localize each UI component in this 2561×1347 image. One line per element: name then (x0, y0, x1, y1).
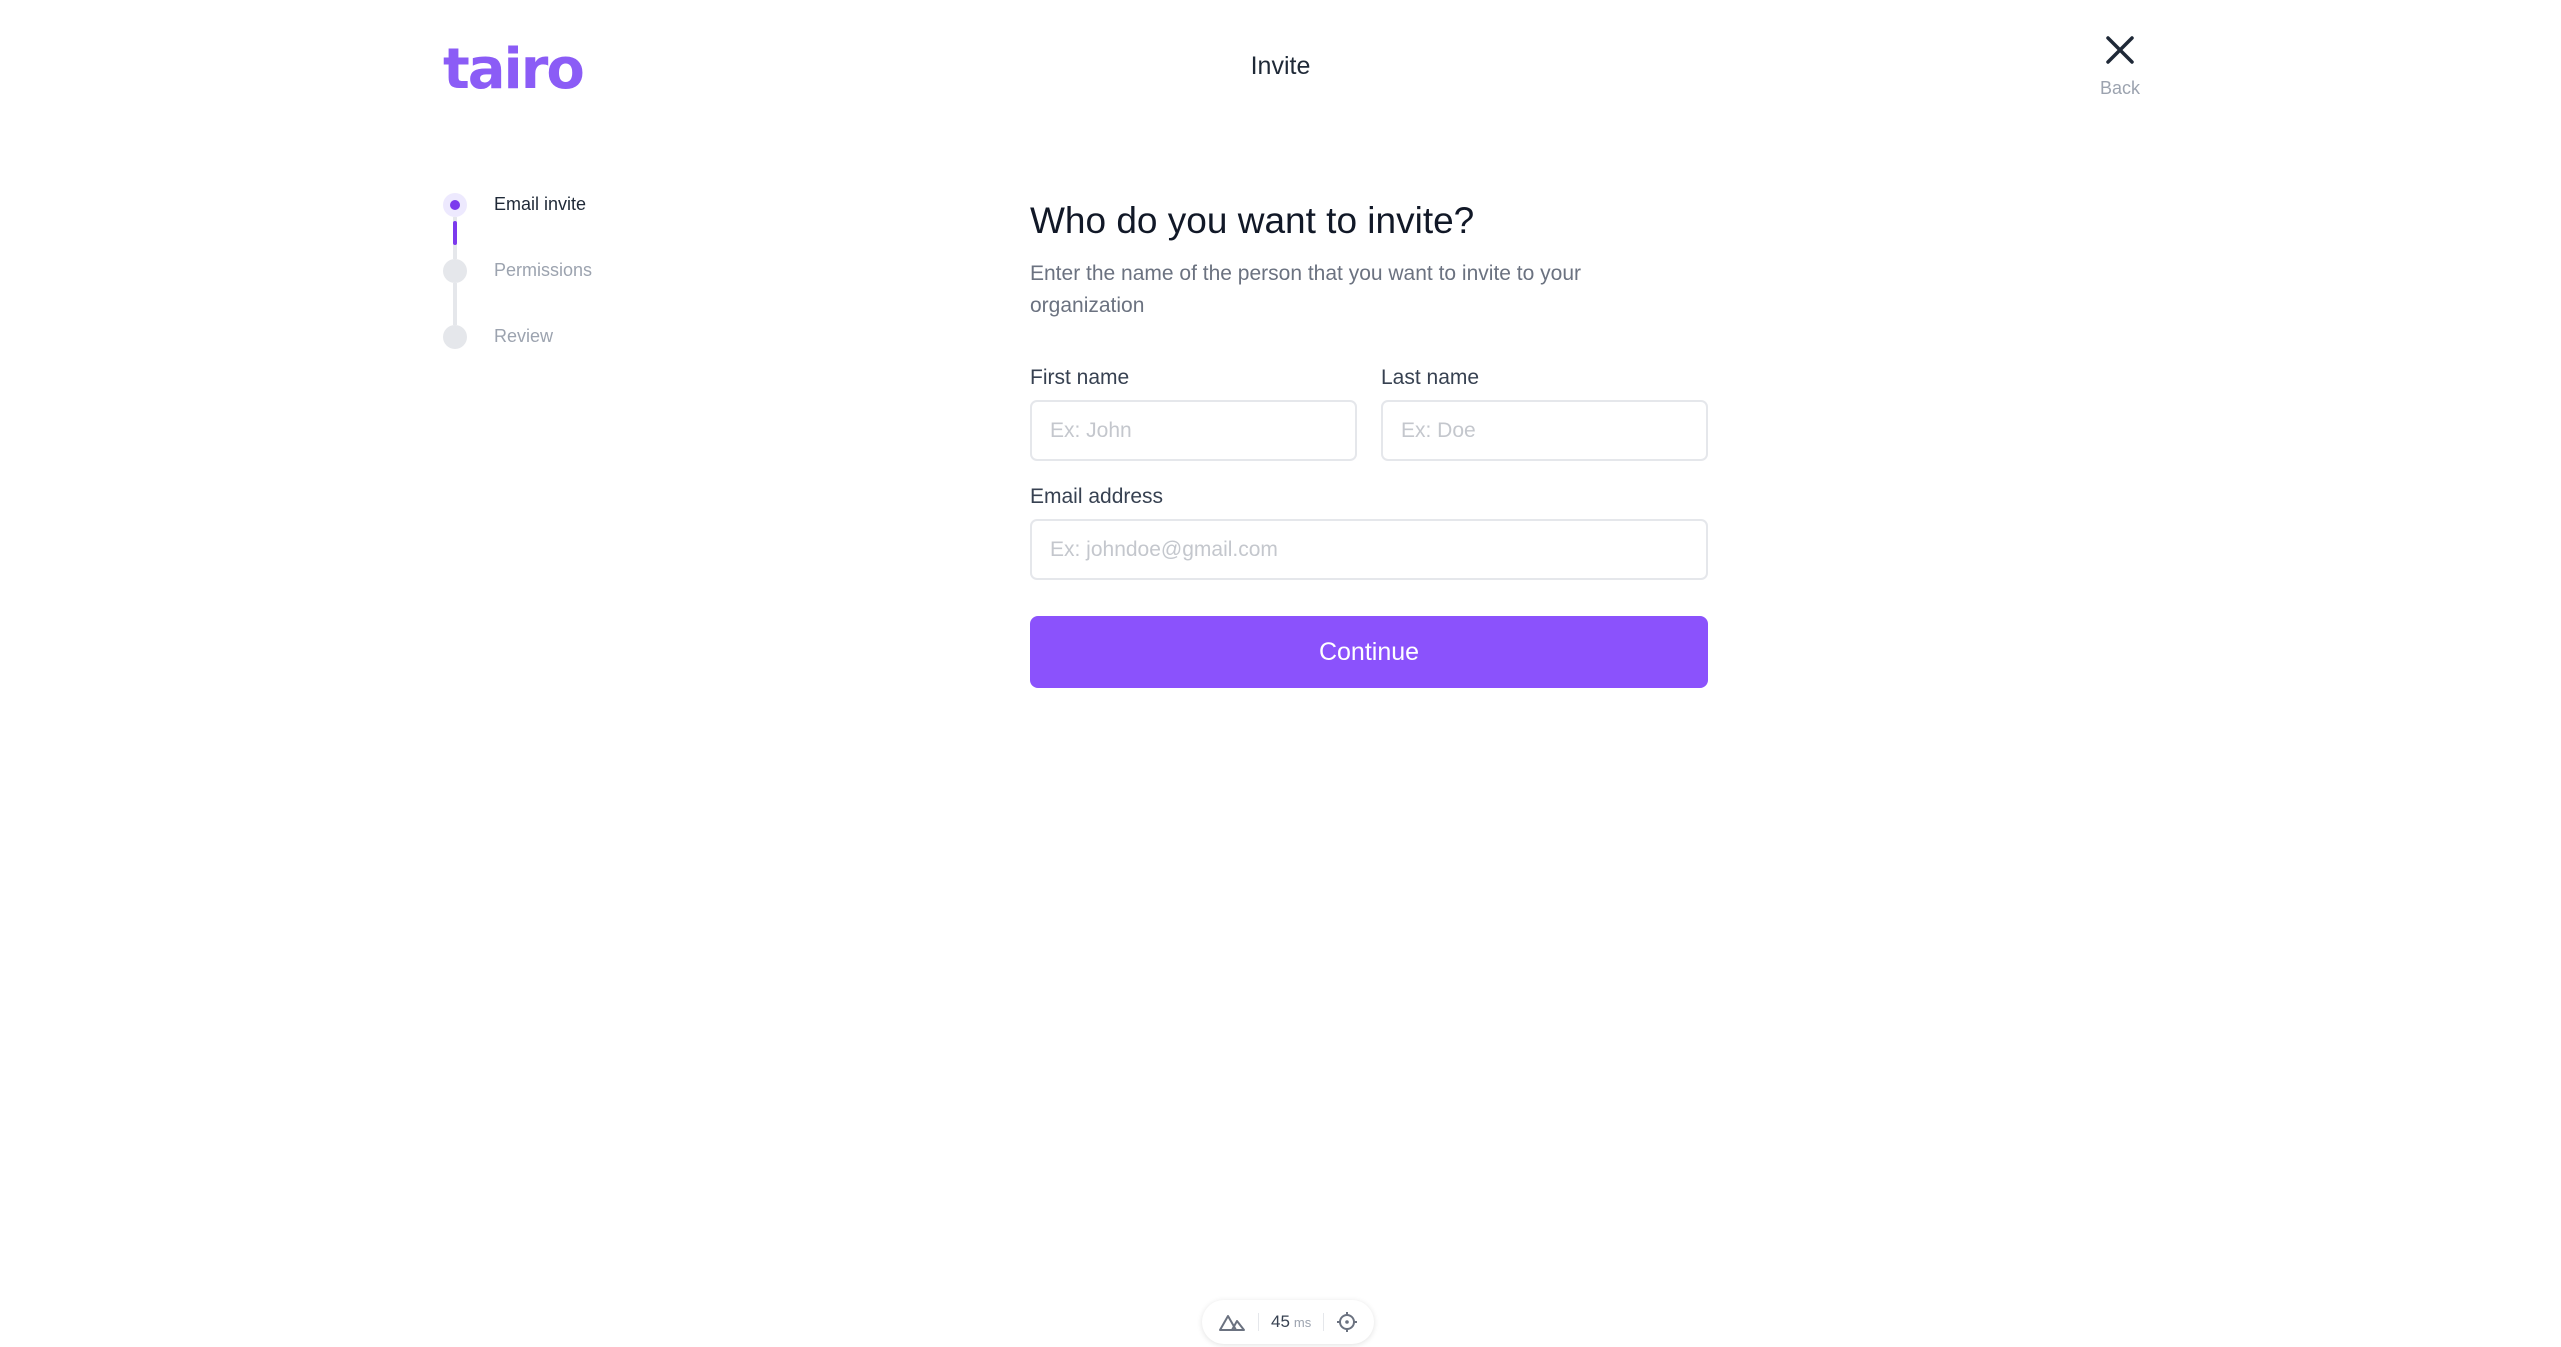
first-name-field: First name (1030, 366, 1357, 461)
dev-toolbar: 45 ms (1202, 1300, 1375, 1344)
step-active-dot-icon (443, 193, 467, 217)
close-icon[interactable] (2100, 30, 2140, 70)
email-row: Email address (1030, 485, 1708, 580)
name-row: First name Last name (1030, 366, 1708, 461)
back-button[interactable]: Back (2075, 30, 2165, 99)
first-name-input[interactable] (1030, 400, 1357, 461)
page-title: Invite (1250, 52, 1311, 80)
last-name-label: Last name (1381, 366, 1480, 389)
step-connector (453, 283, 457, 325)
timing-unit: ms (1293, 1315, 1312, 1330)
step-label: Review (494, 326, 554, 346)
email-field: Email address (1030, 485, 1708, 580)
last-name-field: Last name (1381, 366, 1708, 461)
render-timing: 45 ms (1271, 1312, 1311, 1332)
step-label: Permissions (494, 260, 593, 280)
first-name-label: First name (1030, 366, 1130, 389)
back-label: Back (2099, 78, 2141, 98)
timing-value: 45 (1271, 1312, 1290, 1331)
continue-button[interactable]: Continue (1030, 616, 1708, 688)
invite-page: tairo Invite Back Email invite Permissio… (0, 0, 2561, 1347)
toolbar-divider (1258, 1313, 1259, 1331)
email-label: Email address (1030, 485, 1164, 508)
nuxt-logo-icon[interactable] (1218, 1312, 1246, 1332)
step-connector (453, 217, 457, 259)
form-title: Who do you want to invite? (1030, 200, 1475, 241)
last-name-input[interactable] (1381, 400, 1708, 461)
step-dot-icon (443, 259, 467, 283)
toolbar-divider (1323, 1313, 1325, 1331)
email-input[interactable] (1030, 519, 1708, 580)
step-dot-icon (443, 325, 467, 349)
crosshair-icon[interactable] (1336, 1311, 1358, 1333)
step-label: Email invite (494, 194, 587, 214)
form-subtitle: Enter the name of the person that you wa… (1030, 262, 1581, 317)
invite-form: Who do you want to invite? Enter the nam… (1030, 198, 1708, 688)
step-connector-progress (453, 221, 457, 245)
